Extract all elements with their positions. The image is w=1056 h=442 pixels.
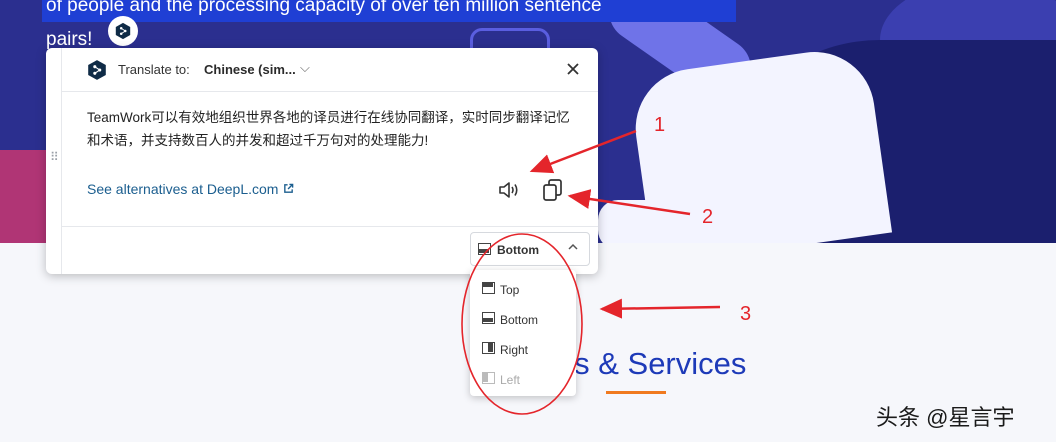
layout-top-icon [482, 282, 495, 294]
watermark: 头条 @星言宇 [876, 405, 1015, 430]
copy-icon [543, 179, 562, 201]
drag-handle[interactable]: ⠿ [46, 48, 62, 274]
deepl-logo-icon [88, 60, 106, 80]
annotation-number: 3 [740, 303, 752, 325]
drag-handle-icon: ⠿ [50, 150, 60, 164]
deepl-inline-badge-icon[interactable] [108, 16, 138, 46]
translated-text: TeamWork可以有效地组织世界各地的译员进行在线协同翻译，实时同步翻译记忆和… [87, 110, 570, 148]
translate-to-label: Translate to: [118, 62, 190, 77]
translation-popup: ⠿ Translate to: Chinese (sim... ⌵ TeamWo… [46, 48, 598, 274]
layout-left-icon [482, 372, 495, 384]
annotation-number: 2 [702, 206, 714, 228]
deepl-logo-icon [115, 22, 131, 40]
layout-bottom-icon [482, 312, 495, 324]
popup-position-value: Bottom [497, 243, 539, 257]
chevron-up-icon [567, 241, 579, 256]
annotation-arrow [599, 298, 721, 319]
speak-button[interactable] [496, 177, 522, 203]
popup-position-select[interactable]: Bottom [470, 232, 590, 266]
copy-button[interactable] [540, 177, 566, 203]
target-language-select[interactable]: Chinese (sim... [204, 62, 296, 77]
dropdown-option-label: Right [500, 343, 529, 357]
dropdown-option-label: Bottom [500, 313, 539, 327]
popup-header: Translate to: Chinese (sim... ⌵ [62, 48, 598, 92]
hero-decoration [0, 150, 50, 243]
section-title: cts & Services [550, 346, 747, 381]
chevron-down-icon[interactable]: ⌵ [300, 60, 310, 76]
annotation-number: 1 [654, 114, 666, 136]
external-link-icon [283, 183, 294, 197]
speaker-icon [499, 182, 518, 198]
hero-decoration [598, 200, 748, 243]
close-button[interactable] [562, 58, 584, 80]
hero-text-line1: of people and the processing capacity of… [42, 0, 736, 22]
layout-right-icon [482, 342, 495, 354]
dropdown-option-bottom[interactable]: Bottom [470, 304, 576, 332]
close-icon [567, 63, 579, 75]
see-alternatives-label: See alternatives at DeepL.com [87, 181, 279, 197]
dropdown-option-right[interactable]: Right [470, 334, 576, 362]
see-alternatives-link[interactable]: See alternatives at DeepL.com [87, 181, 294, 197]
section-underline [606, 391, 666, 394]
dropdown-option-left: Left [470, 364, 576, 392]
dropdown-option-label: Left [500, 373, 521, 387]
dropdown-option-top[interactable]: Top [470, 274, 576, 302]
layout-bottom-icon [478, 243, 491, 255]
position-dropdown-menu: Top Bottom Right Left [470, 270, 576, 396]
dropdown-option-label: Top [500, 283, 520, 297]
